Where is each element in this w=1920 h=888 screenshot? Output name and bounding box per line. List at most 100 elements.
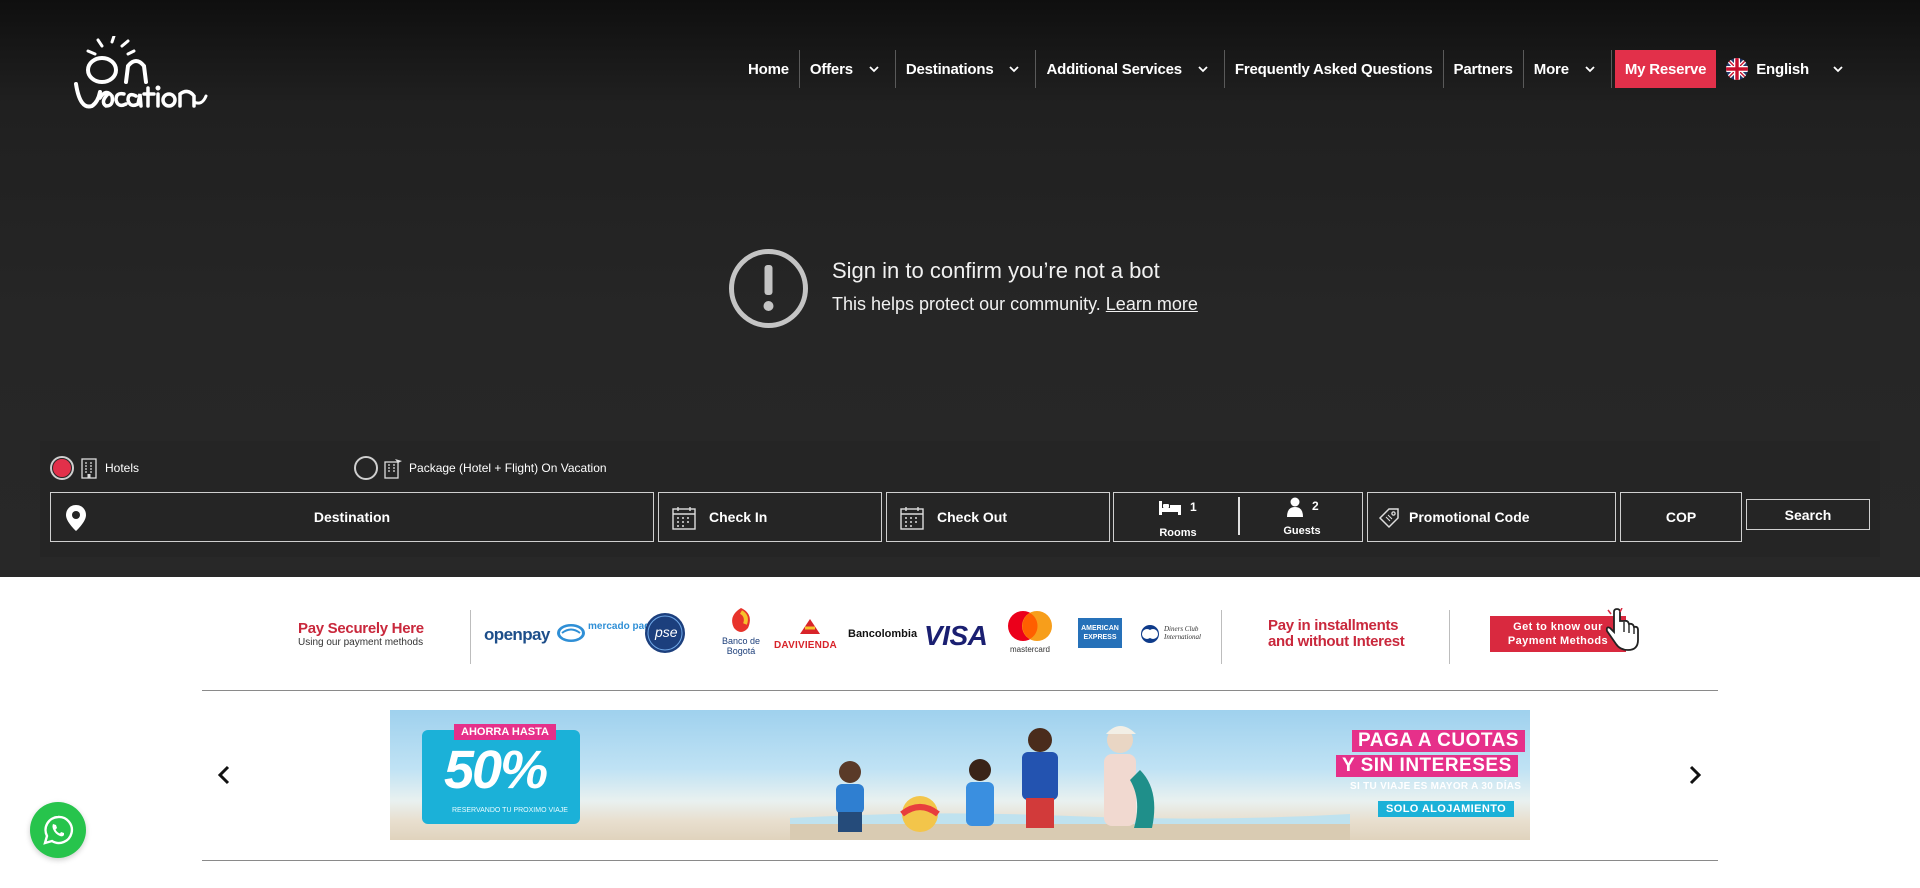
booking-type-options: Hotels Package (Hotel + Flight) On Vacat… <box>50 455 607 481</box>
amex-logo: AMERICAN EXPRESS <box>1078 618 1122 648</box>
chevron-down-icon <box>1007 62 1021 76</box>
nav-destinations-label: Destinations <box>905 60 994 78</box>
divider <box>1221 610 1222 664</box>
exclamation-circle-icon <box>728 248 809 329</box>
pointing-hand-icon <box>1600 607 1646 654</box>
search-button[interactable]: Search <box>1746 499 1870 530</box>
checkin-field[interactable]: Check In <box>658 492 882 542</box>
rooms-selector[interactable]: 1 Rooms <box>1118 497 1238 539</box>
bed-icon <box>1158 499 1182 517</box>
whatsapp-button[interactable] <box>30 802 86 858</box>
diners-club-text: Diners Club International <box>1164 625 1201 641</box>
nav-more[interactable]: More <box>1524 50 1612 88</box>
rooms-label: Rooms <box>1159 527 1197 539</box>
divider-line <box>202 860 1718 861</box>
davivienda-text: DAVIVIENDA <box>774 640 837 651</box>
nav-offers-label: Offers <box>809 60 853 78</box>
divider <box>1449 610 1450 664</box>
on-vacation-logo[interactable] <box>70 34 220 112</box>
pay-securely-title: Pay Securely Here <box>298 620 424 637</box>
my-reserve-button[interactable]: My Reserve <box>1614 50 1717 88</box>
pay-securely-subtitle: Using our payment methods <box>298 637 424 648</box>
installments-line1: Pay in installments <box>1268 617 1399 634</box>
checkin-label: Check In <box>709 509 768 525</box>
my-reserve-label: My Reserve <box>1624 60 1707 78</box>
chevron-down-icon <box>1831 62 1845 76</box>
mastercard-text: mastercard <box>1009 645 1050 654</box>
chevron-left-icon <box>217 765 230 785</box>
destination-label: Destination <box>313 509 391 525</box>
banco-bogota-text: Banco de Bogotá <box>721 636 761 656</box>
promo-code-field[interactable]: Promotional Code <box>1367 492 1616 542</box>
nav-additional-services[interactable]: Additional Services <box>1036 50 1225 88</box>
language-selector[interactable]: English <box>1716 50 1855 88</box>
hero-section: Home Offers Destinations Additional Serv… <box>0 0 1920 577</box>
whatsapp-icon <box>43 815 74 845</box>
checkout-field[interactable]: Check Out <box>886 492 1110 542</box>
banco-bogota-logo: Banco de Bogotá <box>718 606 764 662</box>
chevron-down-icon <box>1583 62 1597 76</box>
calendar-icon <box>899 505 925 531</box>
discount-percent: 50% <box>444 740 548 800</box>
nav-home-label: Home <box>748 60 789 78</box>
hotel-building-icon <box>79 457 99 479</box>
visa-logo: VISA <box>924 620 988 651</box>
booking-widget: Hotels Package (Hotel + Flight) On Vacat… <box>40 441 1880 557</box>
map-pin-icon <box>63 504 89 531</box>
nav-destinations[interactable]: Destinations <box>896 50 1037 88</box>
carousel-next-button[interactable] <box>1683 763 1707 787</box>
divider-line <box>202 690 1718 691</box>
package-radio[interactable] <box>354 456 379 480</box>
chevron-down-icon <box>867 62 881 76</box>
mercado-pago-logo: mercado pago <box>556 622 656 646</box>
carousel-prev-button[interactable] <box>212 763 236 787</box>
currency-selector[interactable]: COP <box>1620 492 1742 542</box>
bot-notice-title: Sign in to confirm you’re not a bot <box>832 258 1160 283</box>
calendar-icon <box>671 505 697 531</box>
chevron-right-icon <box>1689 765 1702 785</box>
payment-logos: openpay mercado pago pse Banco de Bogotá… <box>484 606 1209 664</box>
nav-home[interactable]: Home <box>738 50 800 88</box>
chevron-down-icon <box>1196 62 1210 76</box>
main-nav: Home Offers Destinations Additional Serv… <box>738 50 1855 88</box>
family-beach-illustration <box>790 726 1350 840</box>
rooms-guests-divider <box>1238 497 1240 535</box>
nav-additional-services-label: Additional Services <box>1046 60 1182 78</box>
openpay-logo: openpay <box>484 625 550 644</box>
nav-more-label: More <box>1533 60 1569 78</box>
discount-small-text: RESERVANDO TU PROXIMO VIAJE <box>452 807 568 814</box>
checkout-label: Check Out <box>937 509 1008 525</box>
learn-more-link[interactable]: Learn more <box>1106 294 1198 314</box>
hotels-radio[interactable] <box>50 456 74 480</box>
amex-text: AMERICAN EXPRESS <box>1081 625 1119 641</box>
guests-label: Guests <box>1283 525 1321 537</box>
guests-count: 2 <box>1312 499 1319 513</box>
uk-flag-icon <box>1726 58 1749 80</box>
promo-banner[interactable]: AHORRA HASTA 50% RESERVANDO TU PROXIMO V… <box>390 710 1530 840</box>
hotels-label: Hotels <box>105 461 140 475</box>
person-icon <box>1286 497 1304 517</box>
banner-installments-note: SI TU VIAJE ES MAYOR A 30 DÍAS <box>1350 781 1522 792</box>
pay-securely: Pay Securely Here Using our payment meth… <box>298 620 424 648</box>
rooms-guests-field[interactable]: 1 Rooms 2 Guests <box>1113 492 1363 542</box>
nav-faq[interactable]: Frequently Asked Questions <box>1225 50 1444 88</box>
nav-offers[interactable]: Offers <box>800 50 896 88</box>
bot-notice-subtitle: This helps protect our community. Learn … <box>832 294 1198 315</box>
bancolombia-logo: Bancolombia <box>848 628 918 640</box>
discount-tag: AHORRA HASTA <box>454 724 556 740</box>
language-label: English <box>1756 60 1810 78</box>
pse-text: pse <box>655 624 678 640</box>
bot-notice-text: This helps protect our community. <box>832 294 1101 314</box>
destination-field[interactable]: Destination <box>50 492 654 542</box>
nav-partners-label: Partners <box>1453 60 1513 78</box>
pse-logo: pse <box>644 612 686 654</box>
guests-selector[interactable]: 2 Guests <box>1242 497 1362 539</box>
promo-code-label: Promotional Code <box>1409 509 1530 525</box>
package-label: Package (Hotel + Flight) On Vacation <box>409 461 607 475</box>
nav-partners[interactable]: Partners <box>1444 50 1524 88</box>
rooms-count: 1 <box>1190 500 1197 514</box>
mastercard-logo: mastercard <box>1004 610 1056 660</box>
currency-label: COP <box>1665 509 1697 525</box>
davivienda-logo: DAVIVIENDA <box>774 616 846 656</box>
diners-club-logo: Diners Club International <box>1138 622 1212 646</box>
